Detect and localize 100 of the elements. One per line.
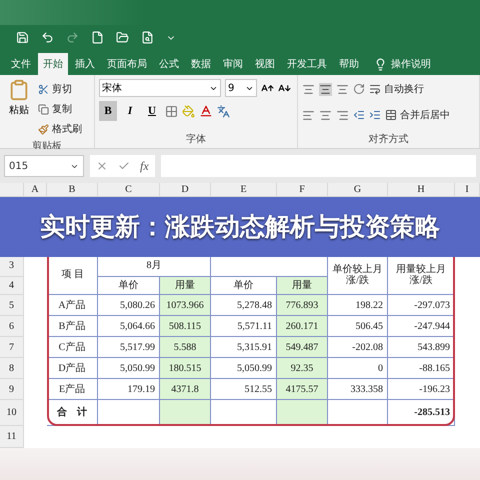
column-header[interactable]: I <box>455 183 480 197</box>
align-top-icon[interactable] <box>302 82 315 96</box>
headline: 实时更新：涨跌动态解析与投资策略 <box>40 212 440 242</box>
new-file-icon[interactable] <box>91 31 104 44</box>
table-cell: 5,278.48 <box>211 295 277 316</box>
enter-icon[interactable] <box>118 160 130 172</box>
format-painter-button[interactable]: 格式刷 <box>38 119 82 139</box>
ribbon-tab[interactable]: 开始 <box>38 53 68 75</box>
name-box[interactable]: 015 <box>4 155 84 177</box>
table-cell <box>160 400 211 426</box>
table-cell: 549.487 <box>277 337 328 358</box>
underline-button[interactable]: U <box>143 101 161 121</box>
table-cell: B产品 <box>47 316 98 337</box>
ribbon-tab[interactable]: 文件 <box>6 53 36 75</box>
align-middle-icon[interactable] <box>319 82 332 96</box>
ribbon-tab[interactable]: 数据 <box>186 53 216 75</box>
table-cell: 180.515 <box>160 358 211 379</box>
table-header-cell: 单价 <box>98 277 160 295</box>
table-header-cell: 项 目 <box>47 255 98 295</box>
clipboard-icon <box>8 79 30 101</box>
row-header[interactable]: 10 <box>0 400 24 426</box>
ribbon-tab[interactable]: 审阅 <box>218 53 248 75</box>
ribbon-tab[interactable]: 公式 <box>154 53 184 75</box>
ribbon-tab[interactable]: 页面布局 <box>102 53 152 75</box>
table-cell: 0 <box>328 358 388 379</box>
row-header[interactable]: 11 <box>0 426 24 448</box>
paintbrush-icon <box>38 124 49 134</box>
table-cell: 4371.8 <box>160 379 211 400</box>
table-cell: C产品 <box>47 337 98 358</box>
column-header[interactable]: A <box>24 183 47 197</box>
table-cell: 512.55 <box>211 379 277 400</box>
row-header[interactable]: 5 <box>0 295 24 316</box>
copy-button[interactable]: 复制 <box>38 99 82 119</box>
table-cell: 179.19 <box>98 379 160 400</box>
cancel-icon[interactable] <box>96 160 108 172</box>
bold-button[interactable]: B <box>99 101 117 121</box>
table-cell: 5,315.91 <box>211 337 277 358</box>
align-right-icon[interactable] <box>336 108 349 122</box>
ribbon-tab[interactable]: 视图 <box>250 53 280 75</box>
wrap-text-button[interactable]: 自动换行 <box>369 79 424 99</box>
merge-center-button[interactable]: 合并后居中 <box>385 105 450 125</box>
table-header-cell: 单价较上月涨/跌 <box>328 255 388 295</box>
merge-cells-icon <box>385 109 397 121</box>
row-header[interactable]: 7 <box>0 337 24 358</box>
italic-button[interactable]: I <box>121 101 139 121</box>
column-header[interactable]: H <box>388 183 455 197</box>
table-cell: 5,571.11 <box>211 316 277 337</box>
ribbon-tab[interactable]: 插入 <box>70 53 100 75</box>
fill-color-icon[interactable] <box>182 104 195 118</box>
paste-button[interactable]: 粘贴 <box>4 79 34 139</box>
table-header-cell: 用量 <box>277 277 328 295</box>
table-cell: 5,080.26 <box>98 295 160 316</box>
group-label: 对齐方式 <box>368 132 410 147</box>
increase-indent-icon[interactable] <box>369 109 381 121</box>
table-cell: 776.893 <box>277 295 328 316</box>
font-color-icon[interactable] <box>199 104 213 118</box>
table-cell: 合 计 <box>47 400 98 426</box>
ribbon-tab[interactable]: 帮助 <box>334 53 364 75</box>
phonetic-icon[interactable] <box>217 104 230 118</box>
folder-icon[interactable] <box>116 31 129 44</box>
table-header-cell: 8月 <box>98 255 211 277</box>
table-cell: 5,064.66 <box>98 316 160 337</box>
insert-function-button[interactable]: fx <box>140 158 149 174</box>
scissors-icon <box>38 84 49 94</box>
table-cell: 198.22 <box>328 295 388 316</box>
row-header[interactable]: 3 <box>0 255 24 277</box>
align-bottom-icon[interactable] <box>336 82 349 96</box>
column-header[interactable]: F <box>277 183 328 197</box>
ribbon-tab[interactable]: 开发工具 <box>282 53 332 75</box>
table-cell: 92.35 <box>277 358 328 379</box>
column-header[interactable]: D <box>160 183 211 197</box>
align-left-icon[interactable] <box>302 108 315 122</box>
font-size-field[interactable]: 9 <box>225 79 257 97</box>
table-cell: E产品 <box>47 379 98 400</box>
align-center-icon[interactable] <box>319 108 332 122</box>
column-header[interactable]: E <box>211 183 277 197</box>
table-cell <box>277 400 328 426</box>
undo-icon[interactable] <box>41 31 54 44</box>
table-cell: 260.171 <box>277 316 328 337</box>
lightbulb-icon[interactable] <box>374 58 387 71</box>
table-cell: 333.358 <box>328 379 388 400</box>
font-name-field[interactable]: 宋体 <box>99 79 221 97</box>
cut-button[interactable]: 剪切 <box>38 79 82 99</box>
column-header[interactable]: C <box>98 183 160 197</box>
copy-icon <box>38 104 49 114</box>
row-header[interactable]: 4 <box>0 277 24 295</box>
row-header[interactable]: 9 <box>0 379 24 400</box>
table-cell: 1073.966 <box>160 295 211 316</box>
row-header[interactable]: 6 <box>0 316 24 337</box>
decrease-indent-icon[interactable] <box>353 109 365 121</box>
column-header[interactable]: G <box>328 183 388 197</box>
table-cell: -202.08 <box>328 337 388 358</box>
column-header[interactable]: B <box>47 183 98 197</box>
tell-me-field[interactable]: 操作说明 <box>391 53 431 75</box>
save-icon[interactable] <box>16 31 29 44</box>
row-header[interactable]: 8 <box>0 358 24 379</box>
borders-icon[interactable] <box>165 104 178 118</box>
orientation-icon[interactable] <box>353 83 365 95</box>
print-preview-icon[interactable] <box>141 31 154 44</box>
table-cell: 4175.57 <box>277 379 328 400</box>
